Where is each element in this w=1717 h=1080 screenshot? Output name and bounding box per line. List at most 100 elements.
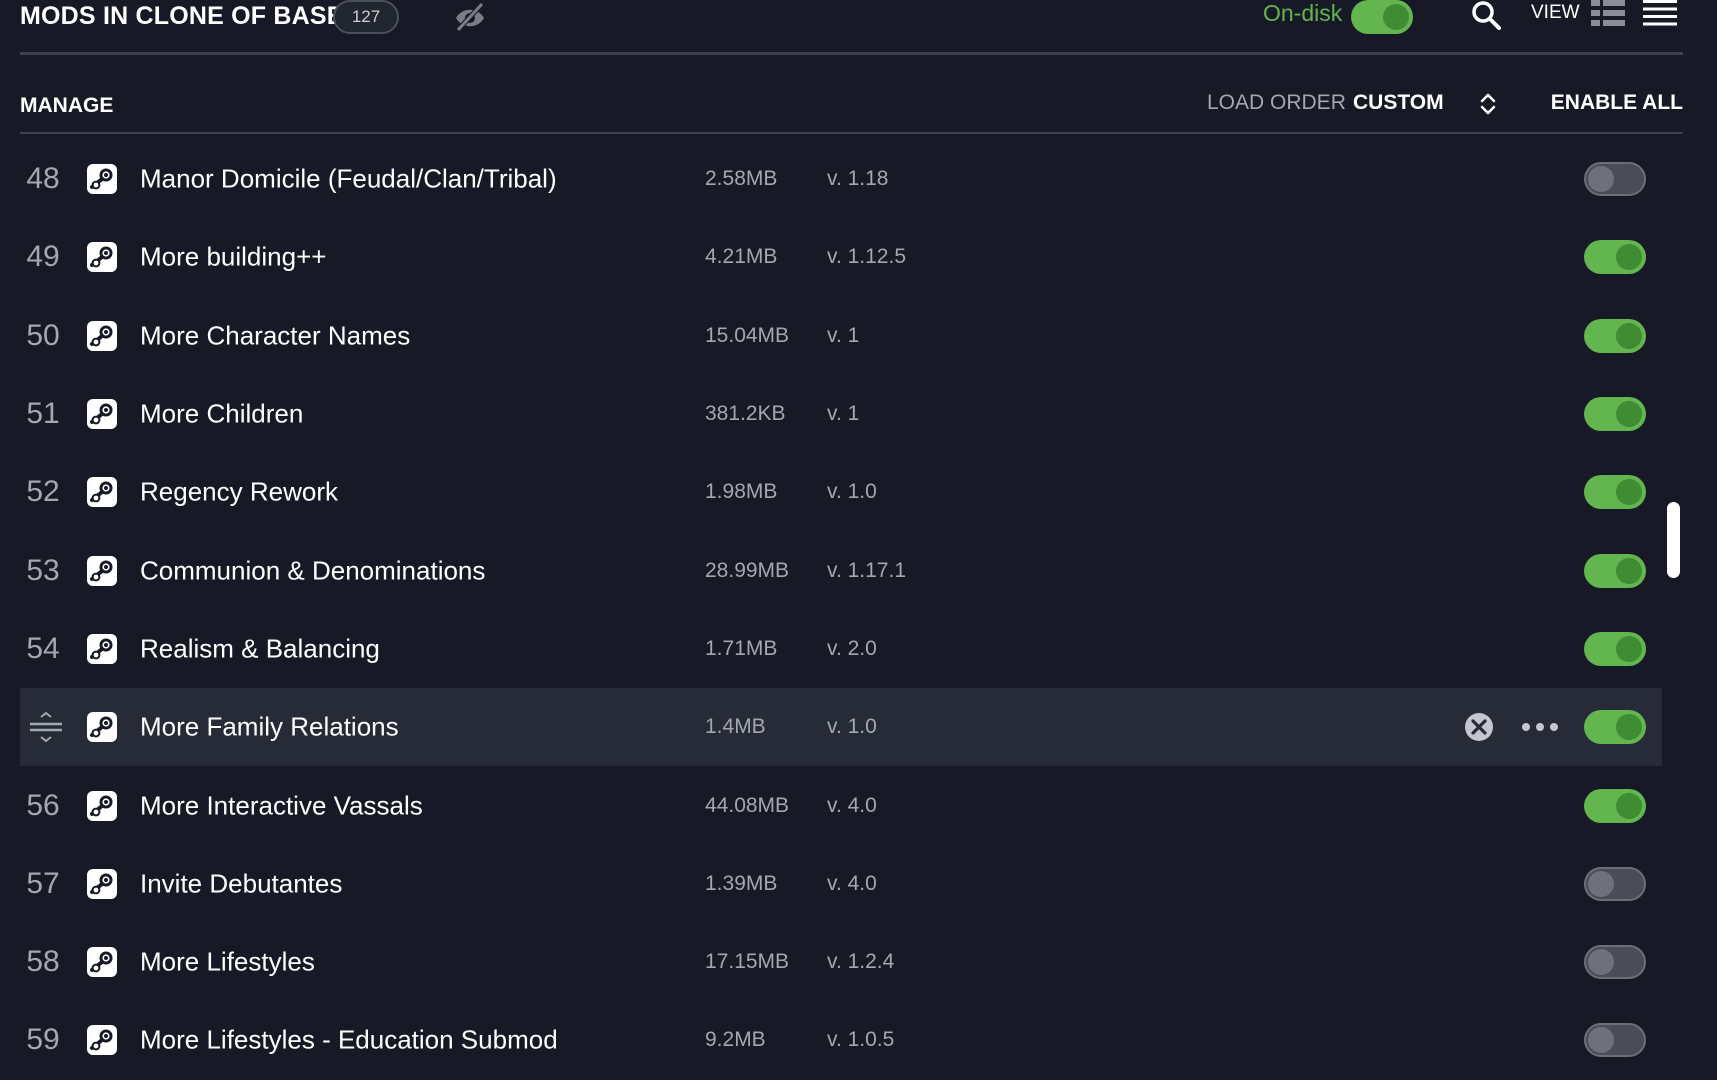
mod-version: v. 2.0 <box>827 636 877 660</box>
mod-version: v. 1.0 <box>827 480 877 504</box>
eye-slash-icon[interactable] <box>452 2 488 32</box>
mod-size: 15.04MB <box>705 323 790 347</box>
mod-size: 4.21MB <box>705 245 778 269</box>
mod-size: 381.2KB <box>705 402 786 426</box>
load-order-number: 56 <box>26 788 60 822</box>
mod-version: v. 1.12.5 <box>827 245 906 269</box>
load-order-number: 54 <box>26 631 60 665</box>
mod-version: v. 4.0 <box>827 871 877 895</box>
top-header: MODS IN CLONE OF BASE 127 On-disk VIEW <box>20 0 1683 55</box>
load-order-select[interactable]: CUSTOM <box>1353 91 1444 115</box>
mod-size: 2.58MB <box>705 167 778 191</box>
steam-icon <box>87 1025 117 1056</box>
load-order-number: 58 <box>26 945 60 979</box>
load-order-label: LOAD ORDER <box>1207 91 1346 114</box>
mod-row[interactable]: 59 More Lifestyles - Education Submod 9.… <box>20 1001 1662 1079</box>
load-order-number: 59 <box>26 1023 60 1057</box>
mod-name: Communion & Denominations <box>140 555 486 586</box>
mod-enable-toggle[interactable] <box>1584 945 1646 980</box>
load-order-number: 50 <box>26 318 60 352</box>
steam-icon <box>87 633 117 664</box>
mod-row[interactable]: 57 Invite Debutantes 1.39MB v. 4.0 <box>20 845 1662 923</box>
mod-name: More Family Relations <box>140 711 399 742</box>
mod-row[interactable]: 53 Communion & Denominations 28.99MB v. … <box>20 531 1662 609</box>
manage-bar: MANAGE LOAD ORDER CUSTOM ENABLE ALL <box>20 80 1683 134</box>
mod-count-badge: 127 <box>333 0 399 34</box>
mod-enable-toggle[interactable] <box>1584 631 1646 666</box>
mod-row[interactable]: 51 More Children 381.2KB v. 1 <box>20 375 1662 453</box>
mod-enable-toggle[interactable] <box>1584 553 1646 588</box>
steam-icon <box>87 320 117 351</box>
mod-enable-toggle[interactable] <box>1584 866 1646 901</box>
load-order-number: 52 <box>26 475 60 509</box>
steam-icon <box>87 868 117 899</box>
mod-version: v. 1.0 <box>827 715 877 739</box>
mod-name: More Interactive Vassals <box>140 790 423 821</box>
mod-manager: MODS IN CLONE OF BASE 127 On-disk VIEW M… <box>0 0 1717 1080</box>
mod-size: 44.08MB <box>705 793 790 817</box>
more-icon[interactable] <box>1520 721 1560 733</box>
grid-view-icon[interactable] <box>1591 0 1625 26</box>
mod-row[interactable]: 54 Realism & Balancing 1.71MB v. 2.0 <box>20 610 1662 688</box>
mod-name: Manor Domicile (Feudal/Clan/Tribal) <box>140 163 557 194</box>
remove-icon[interactable] <box>1463 711 1495 743</box>
enable-all-button[interactable]: ENABLE ALL <box>1551 91 1683 115</box>
toggle-knob <box>1616 479 1642 506</box>
toggle-knob <box>1616 244 1642 271</box>
mod-row[interactable]: 48 Manor Domicile (Feudal/Clan/Tribal) 2… <box>20 140 1662 218</box>
drag-handle-icon[interactable] <box>28 710 64 744</box>
mod-version: v. 4.0 <box>827 793 877 817</box>
toggle-knob <box>1383 4 1409 30</box>
mod-enable-toggle[interactable] <box>1584 318 1646 353</box>
mod-version: v. 1 <box>827 323 860 347</box>
toggle-knob <box>1588 870 1614 897</box>
mod-enable-toggle[interactable] <box>1584 162 1646 197</box>
mod-enable-toggle[interactable] <box>1584 788 1646 823</box>
toggle-knob <box>1616 557 1642 584</box>
mod-enable-toggle[interactable] <box>1584 240 1646 275</box>
mod-row[interactable]: 56 More Interactive Vassals 44.08MB v. 4… <box>20 766 1662 844</box>
mod-name: Invite Debutantes <box>140 868 343 899</box>
mod-name: Regency Rework <box>140 476 338 507</box>
mod-row[interactable]: 52 Regency Rework 1.98MB v. 1.0 <box>20 453 1662 531</box>
scrollbar-thumb[interactable] <box>1667 502 1680 578</box>
mod-version: v. 1.18 <box>827 167 889 191</box>
mod-row[interactable]: 49 More building++ 4.21MB v. 1.12.5 <box>20 218 1662 296</box>
load-order-number: 49 <box>26 240 60 274</box>
mod-size: 1.71MB <box>705 636 778 660</box>
view-label: VIEW <box>1531 2 1580 23</box>
load-order-number: 51 <box>26 397 60 431</box>
mod-enable-toggle[interactable] <box>1584 397 1646 432</box>
mod-size: 28.99MB <box>705 558 790 582</box>
mod-version: v. 1 <box>827 402 860 426</box>
mod-size: 1.4MB <box>705 715 766 739</box>
mod-enable-toggle[interactable] <box>1584 710 1646 745</box>
mod-name: More Children <box>140 398 304 429</box>
mod-row[interactable]: 58 More Lifestyles 17.15MB v. 1.2.4 <box>20 923 1662 1001</box>
mod-name: More Lifestyles - Education Submod <box>140 1024 558 1055</box>
mod-row[interactable]: 50 More Character Names 15.04MB v. 1 <box>20 297 1662 375</box>
steam-icon <box>87 242 117 273</box>
mod-version: v. 1.2.4 <box>827 950 895 974</box>
toggle-knob <box>1616 322 1642 349</box>
steam-icon <box>87 477 117 508</box>
on-disk-toggle[interactable] <box>1351 0 1413 34</box>
steam-icon <box>87 712 117 743</box>
mod-enable-toggle[interactable] <box>1584 1023 1646 1058</box>
toggle-knob <box>1616 635 1642 662</box>
mod-name: More Lifestyles <box>140 946 315 977</box>
load-order-number: 57 <box>26 866 60 900</box>
mod-enable-toggle[interactable] <box>1584 475 1646 510</box>
search-icon[interactable] <box>1470 0 1504 30</box>
sort-icon[interactable] <box>1479 92 1497 116</box>
mod-size: 1.39MB <box>705 871 778 895</box>
steam-icon <box>87 947 117 978</box>
load-order-number: 53 <box>26 553 60 587</box>
steam-icon <box>87 790 117 821</box>
mod-row-selected[interactable]: More Family Relations 1.4MB v. 1.0 <box>20 688 1662 767</box>
mod-name: Realism & Balancing <box>140 633 380 664</box>
toggle-knob <box>1616 401 1642 428</box>
toggle-knob <box>1588 1027 1614 1054</box>
mod-size: 17.15MB <box>705 950 790 974</box>
list-view-icon[interactable] <box>1643 0 1677 26</box>
